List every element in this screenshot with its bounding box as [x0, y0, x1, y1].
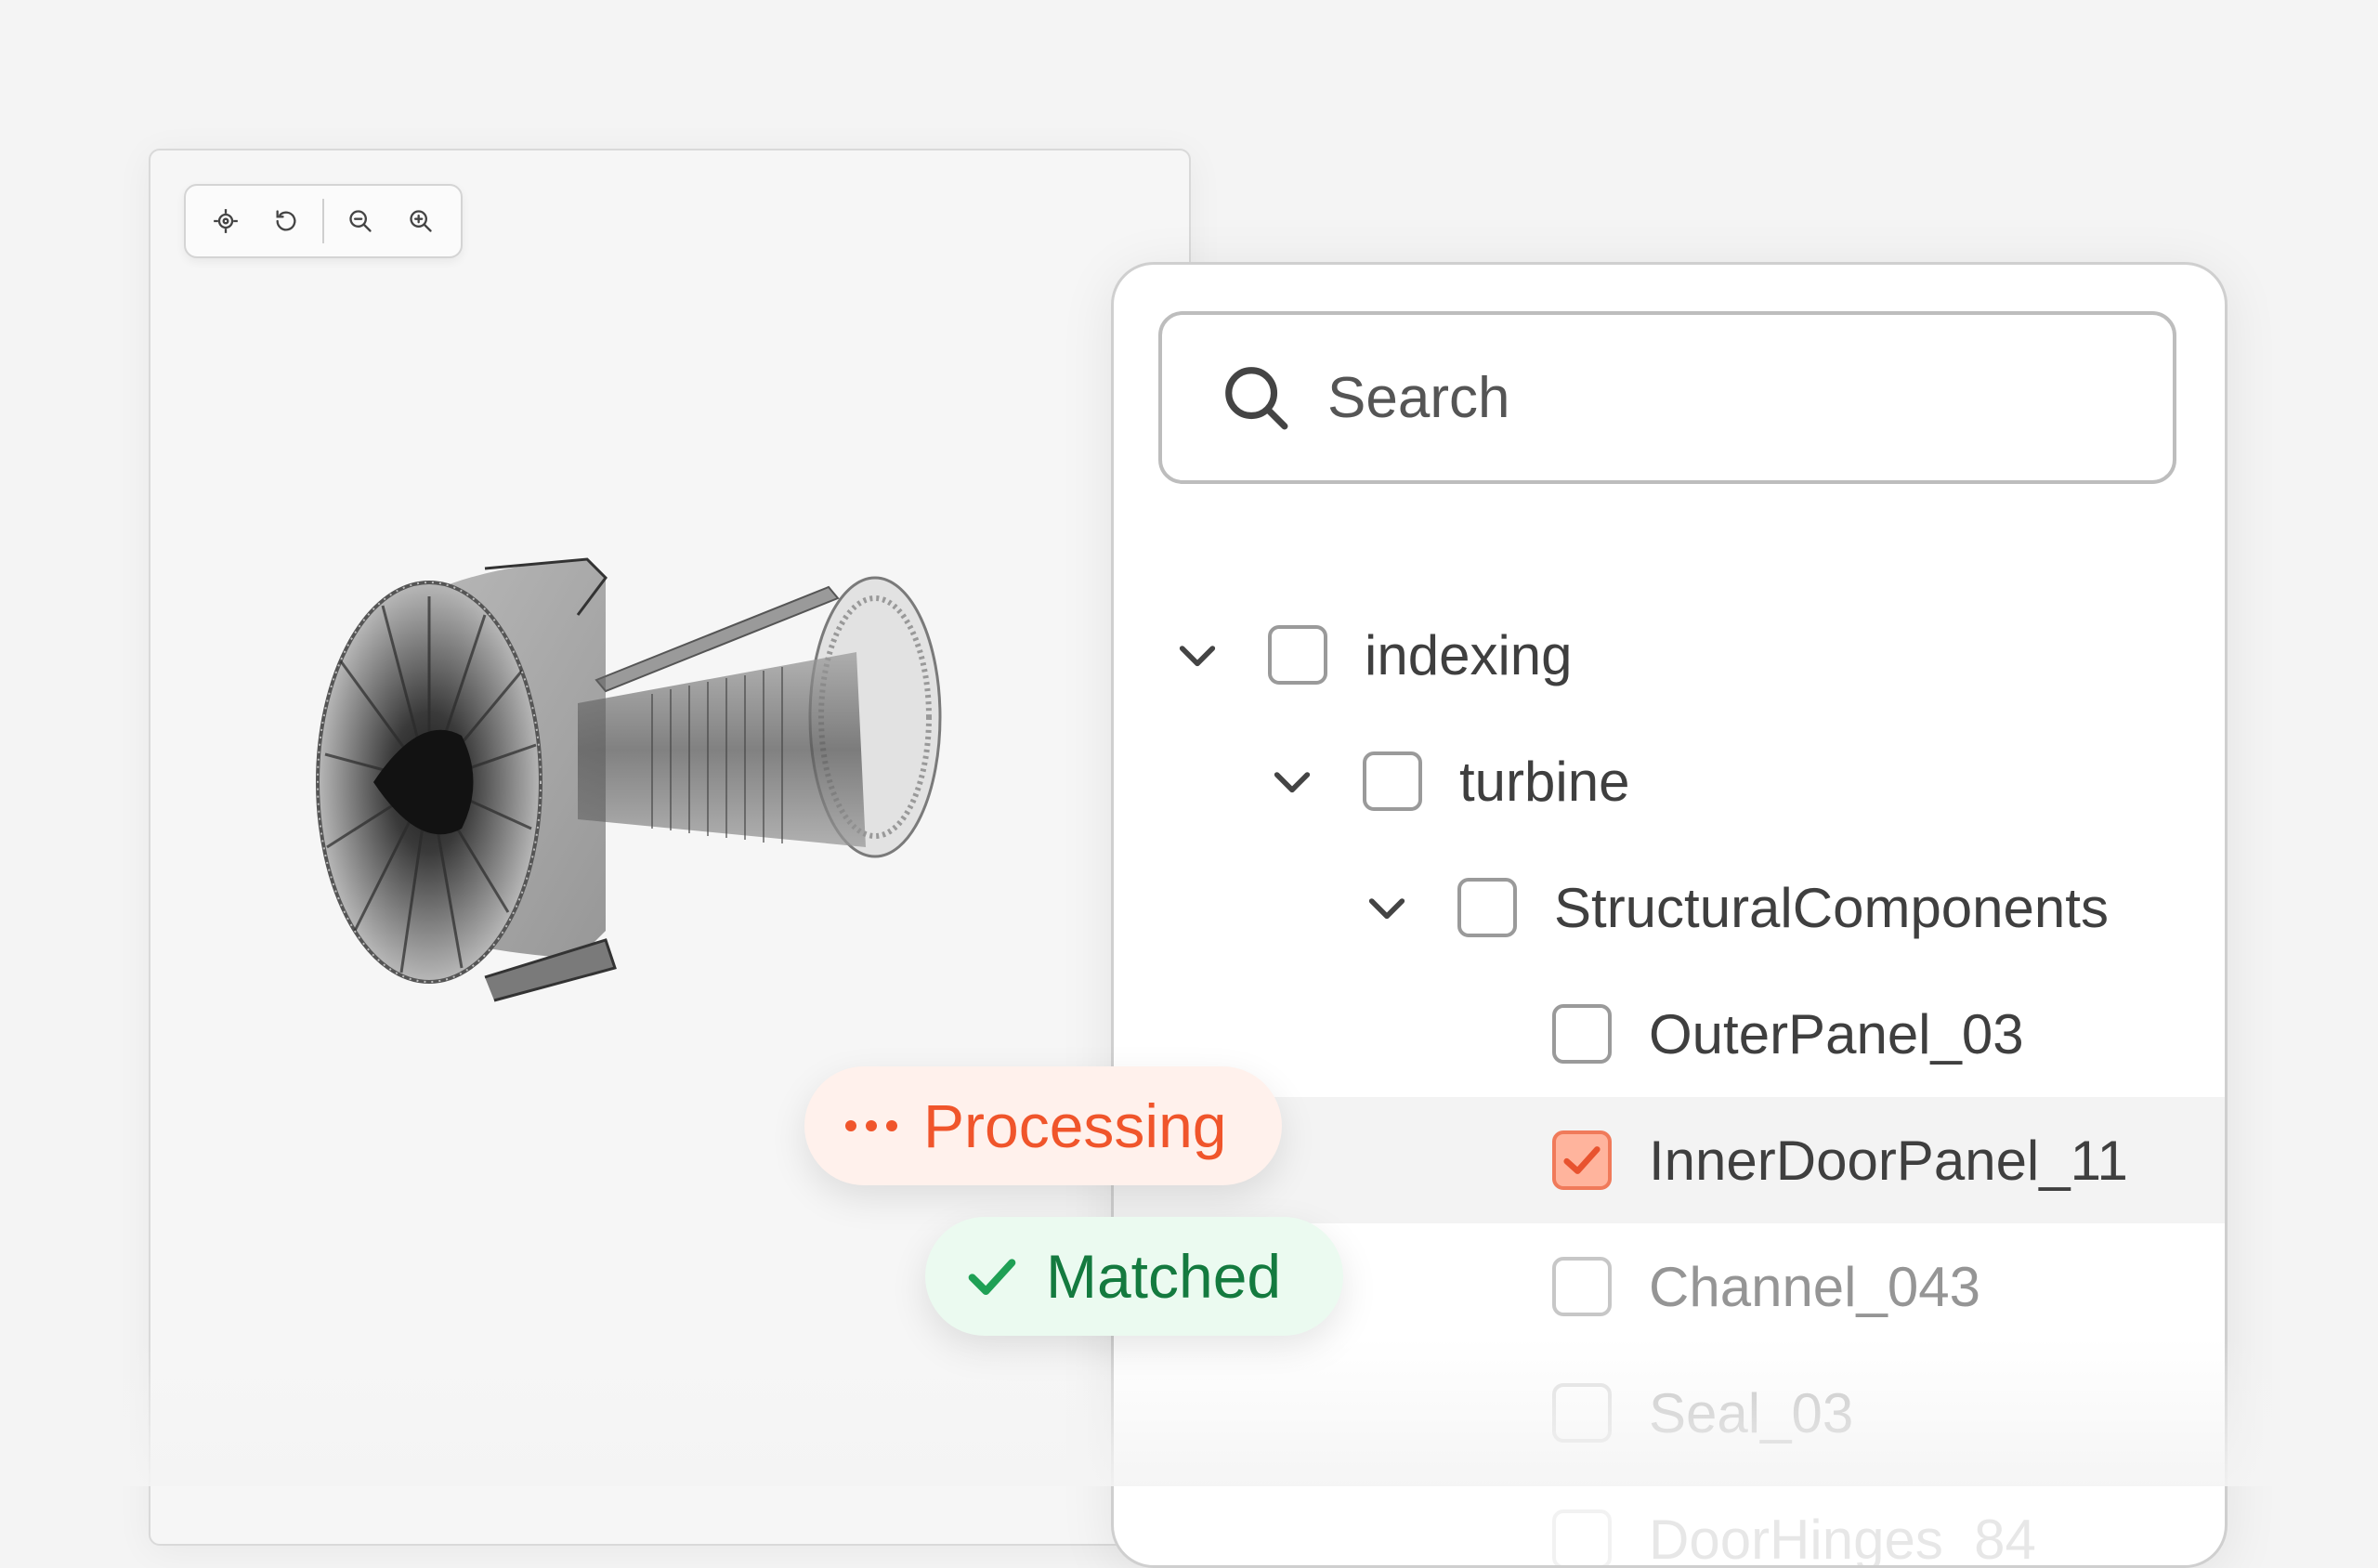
tree-item-indexing[interactable]: indexing — [1114, 592, 2225, 718]
tree-checkbox[interactable] — [1552, 1257, 1612, 1316]
reset-rotation-button[interactable] — [256, 193, 318, 249]
toolbar-divider — [322, 199, 324, 243]
tree-checkbox[interactable] — [1457, 878, 1517, 937]
tree-checkbox[interactable] — [1552, 1509, 1612, 1568]
turbine-engine-model[interactable] — [299, 541, 986, 1024]
tree-item-seal[interactable]: Seal_03 — [1114, 1350, 2225, 1476]
tree-item-label: Channel_043 — [1649, 1255, 1980, 1319]
tree-item-label: OuterPanel_03 — [1649, 1002, 2024, 1066]
tree-item-turbine[interactable]: turbine — [1114, 718, 2225, 844]
zoom-in-icon — [408, 208, 434, 234]
rotate-reset-icon — [273, 208, 299, 234]
tree-item-label: StructuralComponents — [1554, 876, 2109, 940]
tree-checkbox[interactable] — [1552, 1383, 1612, 1443]
crosshair-button[interactable] — [195, 193, 256, 249]
crosshair-icon — [213, 208, 239, 234]
model-viewer-panel[interactable] — [149, 149, 1191, 1546]
tree-item-outerpanel[interactable]: OuterPanel_03 — [1114, 971, 2225, 1097]
tree-item-label: indexing — [1365, 623, 1573, 687]
search-input[interactable] — [1326, 364, 2165, 432]
zoom-in-button[interactable] — [390, 193, 451, 249]
tree-checkbox[interactable] — [1268, 625, 1327, 685]
checkmark-icon — [962, 1247, 1022, 1306]
expand-toggle[interactable] — [1266, 755, 1318, 807]
chevron-down-icon — [1361, 882, 1413, 934]
chevron-down-icon — [1171, 629, 1223, 681]
zoom-out-icon — [347, 208, 373, 234]
expand-toggle[interactable] — [1171, 629, 1223, 681]
tree-item-structuralcomponents[interactable]: StructuralComponents — [1114, 844, 2225, 971]
viewer-toolbar — [184, 184, 463, 258]
tree-item-label: InnerDoorPanel_11 — [1649, 1129, 2128, 1193]
search-box[interactable] — [1158, 311, 2176, 484]
processing-label: Processing — [923, 1091, 1227, 1161]
expand-toggle[interactable] — [1361, 882, 1413, 934]
processing-status-badge: Processing — [804, 1066, 1282, 1185]
tree-item-doorhinges[interactable]: DoorHinges_84 — [1114, 1476, 2225, 1568]
tree-item-label: turbine — [1459, 750, 1629, 814]
tree-checkbox[interactable] — [1552, 1004, 1612, 1064]
matched-status-badge: Matched — [925, 1217, 1343, 1336]
tree-item-label: DoorHinges_84 — [1649, 1508, 2036, 1568]
chevron-down-icon — [1266, 755, 1318, 807]
component-tree-panel: indexing turbine StructuralComponents Ou… — [1111, 262, 2228, 1568]
ellipsis-icon — [843, 1117, 899, 1135]
tree-item-label: Seal_03 — [1649, 1381, 1853, 1445]
tree-checkbox[interactable] — [1363, 751, 1422, 811]
search-icon — [1220, 361, 1292, 434]
tree-checkbox-checked[interactable] — [1552, 1130, 1612, 1190]
zoom-out-button[interactable] — [330, 193, 391, 249]
checkmark-icon — [1556, 1134, 1608, 1186]
matched-label: Matched — [1046, 1241, 1281, 1312]
